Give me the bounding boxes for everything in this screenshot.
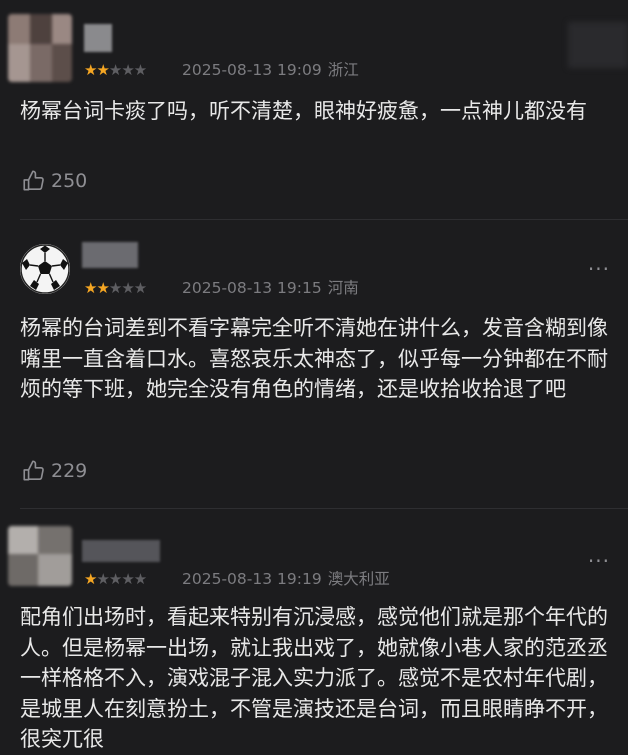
star-rating: ★★★★★ <box>84 279 147 297</box>
user-avatar[interactable] <box>20 244 70 294</box>
corner-obscured <box>568 22 628 68</box>
review-date: 2025-08-13 19:19 <box>182 570 322 588</box>
like-count: 229 <box>51 460 88 482</box>
username[interactable] <box>82 242 138 268</box>
like-count: 250 <box>51 170 88 192</box>
divider <box>20 219 628 220</box>
star-rating: ★★★★★ <box>84 570 147 588</box>
user-avatar[interactable] <box>8 526 72 586</box>
like-button[interactable]: 229 <box>21 458 87 484</box>
like-button[interactable]: 250 <box>21 168 87 194</box>
user-avatar[interactable] <box>8 14 72 82</box>
more-options-button[interactable]: ··· <box>588 259 610 279</box>
star-rating: ★★★★★ <box>84 61 147 79</box>
review-screen: { "reviews": [ { "rating": 2, "date": "2… <box>0 0 628 754</box>
soccer-ball-icon <box>20 244 70 294</box>
username[interactable] <box>82 540 160 562</box>
review-region: 河南 <box>327 279 359 297</box>
divider <box>20 508 628 509</box>
review-region: 浙江 <box>327 61 359 79</box>
review-text: 杨幂台词卡痰了吗，听不清楚，眼神好疲惫，一点神儿都没有 <box>20 99 587 123</box>
review-text: 配角们出场时，看起来特别有沉浸感，感觉他们就是那个年代的人。但是杨幂一出场，就让… <box>20 605 608 751</box>
username[interactable] <box>84 24 112 52</box>
thumbs-up-icon <box>23 170 44 191</box>
review-text: 杨幂的台词差到不看字幕完全听不清她在讲什么，发音含糊到像嘴里一直含着口水。喜怒哀… <box>20 316 608 401</box>
review-region: 澳大利亚 <box>327 570 390 588</box>
thumbs-up-icon <box>23 460 44 481</box>
more-options-button[interactable]: ··· <box>588 551 610 571</box>
review-date: 2025-08-13 19:15 <box>182 279 322 297</box>
review-date: 2025-08-13 19:09 <box>182 61 322 79</box>
